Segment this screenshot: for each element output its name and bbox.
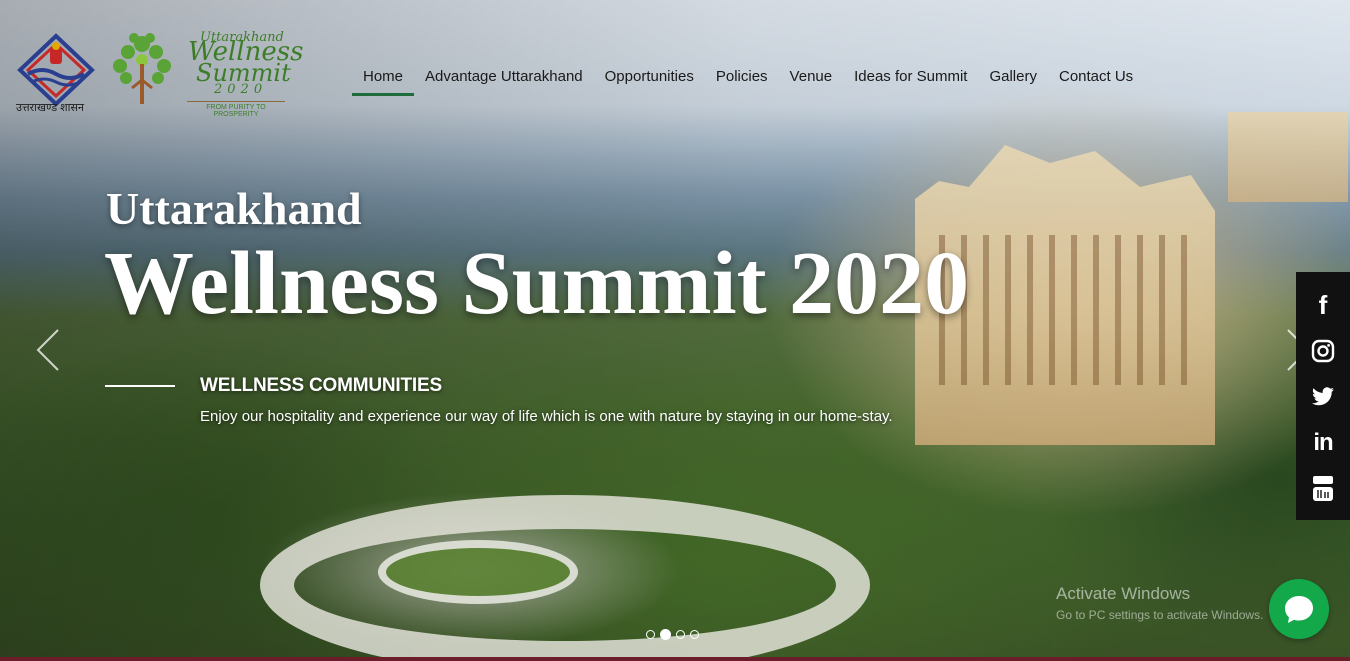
- nav-venue[interactable]: Venue: [779, 66, 844, 96]
- logo-summit-text: Summit: [196, 59, 291, 87]
- twitter-icon[interactable]: [1296, 374, 1350, 420]
- bottom-strip: [0, 657, 1350, 661]
- nav-policies[interactable]: Policies: [705, 66, 779, 96]
- nav-advantage-uttarakhand[interactable]: Advantage Uttarakhand: [414, 66, 594, 96]
- chat-button[interactable]: [1269, 579, 1329, 639]
- hero-description: Enjoy our hospitality and experience our…: [200, 408, 893, 425]
- carousel-dot-3[interactable]: [676, 630, 685, 639]
- carousel-indicators: [646, 629, 699, 640]
- logo-tagline: FROM PURITY TO PROSPERITY: [187, 101, 285, 118]
- activate-windows-hint: Go to PC settings to activate Windows.: [1056, 608, 1264, 622]
- hero-subtitle: WELLNESS COMMUNITIES: [200, 375, 442, 396]
- instagram-icon[interactable]: [1296, 328, 1350, 374]
- activate-windows-title: Activate Windows: [1056, 584, 1191, 603]
- hero-pretitle: Uttarakhand: [106, 183, 362, 234]
- linkedin-icon[interactable]: in: [1296, 420, 1350, 466]
- carousel-dot-2[interactable]: [660, 629, 671, 640]
- youtube-icon[interactable]: [1296, 466, 1350, 512]
- carousel-dot-4[interactable]: [690, 630, 699, 639]
- carousel-dot-1[interactable]: [646, 630, 655, 639]
- hero-title: Wellness Summit 2020: [104, 234, 970, 333]
- social-sidebar: f in: [1296, 272, 1350, 520]
- nav-opportunities[interactable]: Opportunities: [594, 66, 705, 96]
- nav-ideas-for-summit[interactable]: Ideas for Summit: [843, 66, 978, 96]
- nav-contact-us[interactable]: Contact Us: [1048, 66, 1144, 96]
- govt-caption: उत्तराखण्ड शासन: [16, 102, 85, 114]
- nav-home[interactable]: Home: [352, 66, 415, 96]
- carousel-prev-arrow-icon[interactable]: [30, 328, 70, 372]
- main-nav: Home Advantage Uttarakhand Opportunities…: [352, 66, 1144, 100]
- logo-year: 2020: [214, 82, 268, 97]
- hero-divider: [105, 385, 175, 387]
- nav-gallery[interactable]: Gallery: [978, 66, 1048, 96]
- fountain-lawn: [378, 540, 578, 604]
- facebook-icon[interactable]: f: [1296, 282, 1350, 328]
- chat-bubble-icon: [1285, 596, 1313, 623]
- site-header: उत्तराखण्ड शासन Uttarakhand Wellness Sum…: [0, 0, 1350, 130]
